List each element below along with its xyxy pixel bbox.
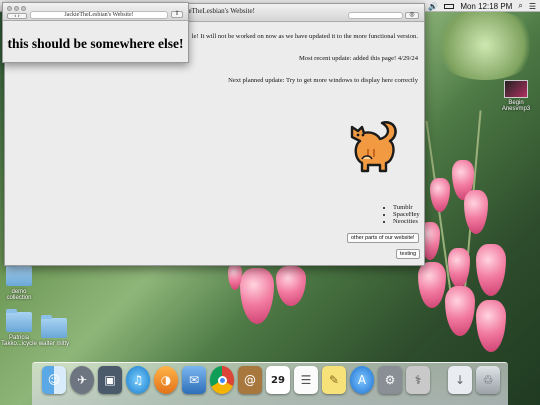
desktop-icon-label: Begin Anesvmp3 — [501, 100, 531, 112]
cat-icon — [350, 121, 397, 173]
close-icon[interactable] — [7, 6, 12, 11]
desktop-icon-walter-mitty[interactable]: walter mitty — [32, 315, 76, 347]
appstore-icon[interactable]: A — [350, 366, 374, 394]
browser-window-popup[interactable]: ‹ › JackieTheLesbian's Website! ⇧ this s… — [2, 2, 189, 63]
app-icon-orange[interactable]: ◑ — [154, 366, 178, 394]
popup-titlebar[interactable]: ‹ › JackieTheLesbian's Website! ⇧ — [3, 3, 188, 21]
desktop-icon-label: demo collection — [6, 289, 32, 301]
link-spacehey[interactable]: SpaceHey — [393, 211, 420, 218]
desktop-icon-begin[interactable]: Begin Anesvmp3 — [494, 80, 538, 112]
trash-icon[interactable]: ♲ — [476, 366, 500, 394]
other-parts-button[interactable]: other parts of our website! — [347, 233, 419, 243]
volume-icon[interactable]: 🔊 — [428, 2, 438, 11]
folder-icon — [6, 309, 32, 332]
battery-icon[interactable] — [444, 3, 455, 9]
desktop-icon-label: walter mitty — [38, 341, 70, 347]
zoom-icon[interactable] — [21, 6, 26, 11]
reminders-icon[interactable]: ☰ — [294, 366, 318, 394]
itunes-icon[interactable]: ♫ — [126, 366, 150, 394]
share-button[interactable]: ⇧ — [171, 11, 183, 18]
mail-icon[interactable]: ✉ — [182, 366, 206, 394]
chrome-icon[interactable] — [210, 366, 234, 394]
desktop-icon-demo-collection[interactable]: demo collection — [0, 263, 41, 301]
folder-icon — [41, 315, 67, 338]
utility-icon[interactable]: ⚕ — [406, 366, 430, 394]
window-controls — [7, 6, 26, 11]
planned-update-line: Next planned update: Try to get more win… — [228, 77, 418, 84]
popup-heading: this should be somewhere else! — [7, 36, 184, 51]
social-links-list: Tumblr SpaceHey Neocities — [393, 204, 420, 225]
addressbook-icon[interactable]: @ — [238, 366, 262, 394]
link-neocities[interactable]: Neocities — [393, 218, 420, 225]
folder-icon — [6, 263, 32, 286]
downloads-icon[interactable]: ↓ — [448, 366, 472, 394]
link-tumblr[interactable]: Tumblr — [393, 204, 420, 211]
back-forward-button[interactable]: ‹ › — [7, 13, 27, 19]
clock[interactable]: Mon 12:18 PM — [460, 2, 512, 11]
recent-update-line: Most recent update: added this page! 4/2… — [298, 55, 418, 62]
address-bar[interactable] — [348, 12, 403, 19]
launchpad-icon[interactable]: ✈ — [70, 366, 94, 394]
notification-list-icon[interactable]: ☰ — [529, 2, 536, 11]
notes-icon[interactable]: ✎ — [322, 366, 346, 394]
spotlight-icon[interactable]: ⌕ — [518, 1, 522, 11]
intro-line: le! It will not be worked on now as we h… — [191, 33, 418, 40]
address-bar[interactable]: JackieTheLesbian's Website! — [30, 11, 168, 19]
calendar-icon[interactable]: 29 — [266, 366, 290, 394]
preferences-icon[interactable]: ⚙ — [378, 366, 402, 394]
photo-icon[interactable]: ▣ — [98, 366, 122, 394]
testing-button[interactable]: testing — [396, 249, 421, 259]
finder-icon[interactable]: ☺ — [42, 366, 66, 394]
minimize-icon[interactable] — [14, 6, 19, 11]
reader-button[interactable]: ◎ — [405, 12, 419, 19]
album-thumbnail-icon — [504, 80, 528, 98]
